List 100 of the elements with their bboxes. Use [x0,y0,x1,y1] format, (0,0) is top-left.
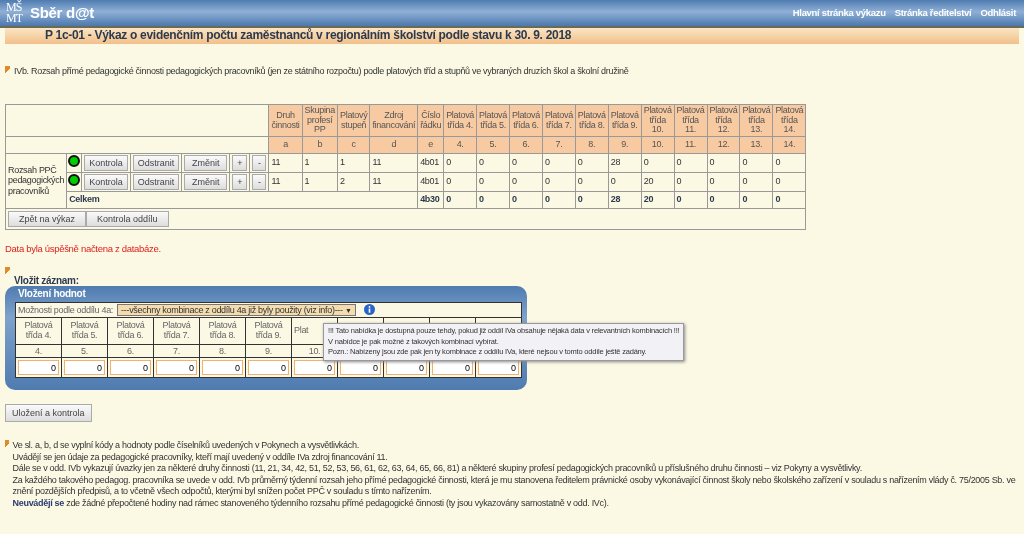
column-number: 4. [15,344,62,358]
row-button[interactable]: + [232,173,248,190]
row-button[interactable]: Kontrola [84,173,128,190]
column-number: 8. [199,344,246,358]
table-cell: 0 [476,172,510,192]
column-header: Platová třída 5. [476,104,510,137]
logo-text: MT [6,13,22,24]
panel-title: Vložení hodnot [17,288,87,302]
value-input[interactable]: 0 [64,360,105,376]
value-input[interactable]: 0 [110,360,151,376]
column-header: Platová třída 6. [509,104,543,137]
table-cell: 0 [674,172,708,192]
column-header: Zdroj financování [369,104,418,137]
table-cell: 0 [674,153,708,173]
table-cell: 0 [542,153,576,173]
table-cell: 0 [542,172,576,192]
table-cell: 0 [476,153,510,173]
corner-marker-icon [5,266,10,277]
table-cell: 4b01 [417,172,444,192]
table-cell: 0 [443,172,477,192]
select-label: Možnosti podle oddílu 4a: [18,304,114,315]
table-cell: 0 [509,172,543,192]
table-cell: 2 [337,172,370,192]
footer-button[interactable]: Kontrola oddílu [86,210,169,227]
note-text: Za každého takového pedagog. pracovníka se uvede v odd. IVb průměrný týdenní rozsah jeho přímé pedagogické činnosti, která je mu stanovena ředitelem právnické osoby vykonávající činnost školy nebo školského zařízení v souladu s nařízením vlády č. 75/2005 Sb. ve znění pozdějších předpisů, a to včetně všech odpočtů, kterými byl snížen počet PPČ v souladu s tímto nařízením. [12,474,1017,498]
table-cell: 28 [608,153,642,173]
column-header: Platová třída 11. [674,104,708,137]
table-cell: 0 [575,172,609,192]
value-input[interactable]: 0 [202,360,243,376]
column-number: 7. [153,344,200,358]
page-title: P 1c-01 - Výkaz o evidenčním počtu zaměstnanců v regionálním školství podle stavu k 30. 9. 2018 [5,28,1019,44]
save-button[interactable]: Uložení a kontrola [5,404,92,423]
value-input[interactable]: 0 [248,360,289,376]
status-message: Data byla úspěšně načtena z databáze. [5,243,162,255]
insert-heading: Vložit záznam: [14,274,79,287]
table-cell: 0 [707,172,740,192]
total-cell: 28 [608,191,642,209]
row-button[interactable]: Kontrola [84,154,128,171]
note-text: Ve sl. a, b, d se vyplní kódy a hodnoty podle číselníků uvedených v Pokynech a vysvětlivkách. [12,440,360,452]
footer-button[interactable]: Zpět na výkaz [8,210,87,227]
column-header: Číslo řádku [417,104,444,137]
table-cell: 11 [268,153,303,173]
column-header: Platová třída 7. [542,104,576,137]
total-cell: 0 [772,191,806,209]
table-cell: 20 [641,172,675,192]
table-cell: 11 [369,172,418,192]
table-cell: 11 [369,153,418,173]
row-button[interactable]: Odstranit [132,173,180,190]
table-cell: 0 [443,153,477,173]
row-button[interactable]: - [252,154,267,171]
total-cell: 0 [707,191,740,209]
note-text: Neuvádějí se zde žádné přepočtené hodiny nad rámec stanoveného týdenního rozsahu přímé pedagogické činnosti (ty jsou vykazovány samostatně v odd. IVc). [12,497,610,510]
column-number: 6. [107,344,154,358]
table-cell: 1 [302,172,338,192]
table-cell: 0 [608,172,642,192]
table-cell: 0 [739,172,773,192]
column-header: Platová třída 7. [153,317,200,345]
table-cell: 1 [302,153,338,173]
total-cell: 0 [476,191,510,209]
total-cell: 0 [443,191,477,209]
table-cell: 0 [707,153,740,173]
total-cell: 0 [739,191,773,209]
table-cell: 0 [509,153,543,173]
column-header: Platová třída 4. [443,104,477,137]
column-header: Platová třída 4. [15,317,62,345]
column-header: Druh činnosti [268,104,303,137]
value-input[interactable]: 0 [156,360,197,376]
total-cell: 0 [509,191,543,209]
column-header: Platová třída 8. [575,104,609,137]
row-button[interactable]: - [252,173,267,190]
logo-text: MŠ [6,2,22,13]
column-header: Platová třída 12. [707,104,740,137]
column-header: Platový stupeň [337,104,370,137]
value-input[interactable]: 0 [294,360,335,376]
column-header: Platová třída 13. [739,104,773,137]
table-cell: 0 [772,153,806,173]
table-cell: 0 [641,153,675,173]
total-cell: 4b30 [417,191,444,209]
row-button[interactable]: + [232,154,248,171]
row-button[interactable]: Odstranit [132,154,180,171]
total-cell: 0 [674,191,708,209]
column-header: Platová třída 14. [772,104,806,137]
section-heading: IVb. Rozsah přímé pedagogické činnosti pedagogických pracovníků (jen ze státního rozpočtu) podle platových tříd a stupňů ve vybraných druzích škol a školní družině [14,66,629,77]
column-header: Platová třída 9. [608,104,642,137]
note-text: Dále se v odd. IVb vykazují úvazky jen za některé druhy činnosti (11, 21, 34, 42, 51, 52, 53, 56, 61, 62, 63, 64, 65, 66, 81) a některé skupiny profesí pedagogických pracovníků u příslušného druhu činnosti – viz Pokyny a vysvětlivky. [12,463,863,475]
row-button[interactable]: Změnit [184,154,228,171]
column-header: Platová třída 8. [199,317,246,345]
table-cell: 0 [575,153,609,173]
table-cell: 11 [268,172,303,192]
table-cell: 1 [337,153,370,173]
total-cell: 20 [641,191,675,209]
column-header: Platová třída 5. [61,317,108,345]
row-group-label: Rozsah PPČ pedagogických pracovníků [5,153,67,209]
note-text: Uvádějí se jen údaje za pedagogické pracovníky, kteří mají uvedený v oddíle IVa zdroj financování 11. [12,451,389,464]
column-header: Platová třída 6. [107,317,154,345]
total-cell: 0 [542,191,576,209]
value-input[interactable]: 0 [18,360,59,376]
info-icon[interactable] [363,304,375,316]
row-button[interactable]: Změnit [184,173,228,190]
corner-marker-icon [5,66,10,76]
